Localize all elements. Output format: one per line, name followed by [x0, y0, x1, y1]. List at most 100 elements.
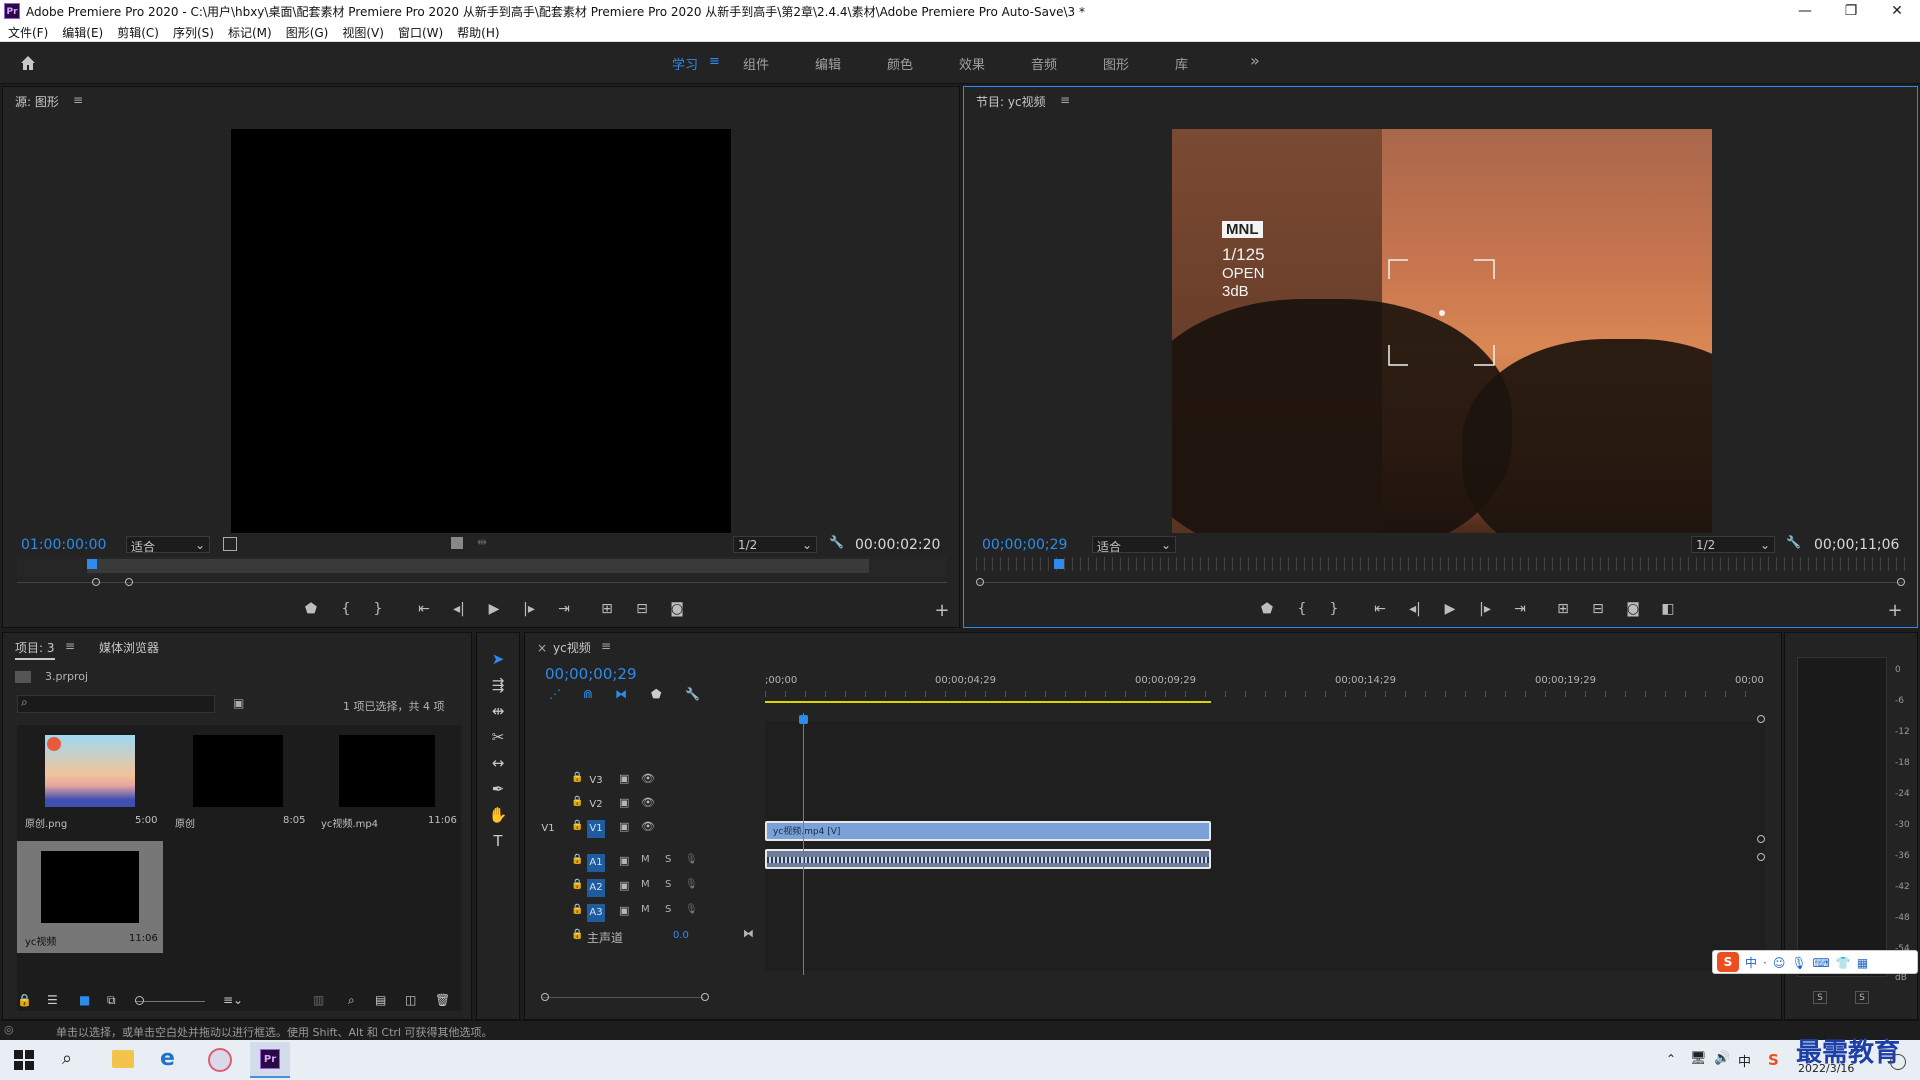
- mark-in-icon[interactable]: {: [335, 599, 357, 619]
- tray-chevron-icon[interactable]: ⌃: [1666, 1052, 1676, 1066]
- video-clip[interactable]: yc视频.mp4 [V]: [765, 821, 1211, 841]
- source-fit-dropdown[interactable]: 适合 ⌄: [126, 536, 210, 554]
- workspace-audio[interactable]: 音频: [1031, 54, 1057, 73]
- program-timecode[interactable]: 00;00;00;29: [982, 537, 1067, 553]
- menu-sequence[interactable]: 序列(S): [165, 22, 220, 41]
- add-button-icon[interactable]: +: [931, 601, 953, 621]
- source-zoom-scrollbar[interactable]: [17, 582, 947, 583]
- eye-icon[interactable]: 👁: [641, 796, 655, 809]
- premiere-taskbar-button[interactable]: Pr: [250, 1042, 290, 1078]
- eye-icon[interactable]: 👁: [641, 820, 655, 833]
- snap-icon[interactable]: ⋒: [583, 687, 593, 701]
- search-icon[interactable]: ⌕: [62, 1048, 72, 1069]
- menu-clip[interactable]: 剪辑(C): [109, 22, 165, 41]
- sort-icons-icon[interactable]: ≡⌄: [223, 993, 243, 1007]
- sync-lock-icon[interactable]: ▣: [619, 796, 629, 809]
- eye-icon[interactable]: 👁: [641, 772, 655, 785]
- go-to-out-icon[interactable]: ⇥: [1509, 599, 1531, 619]
- timeline-ruler[interactable]: ;00;00 00;00;04;29 00;00;09;29 00;00;14;…: [765, 673, 1765, 705]
- program-fit-dropdown[interactable]: 适合 ⌄: [1092, 536, 1176, 554]
- new-bin-icon[interactable]: ▤: [375, 993, 386, 1007]
- track-a1[interactable]: A1: [587, 854, 605, 872]
- camera-icon[interactable]: ◙: [1622, 599, 1644, 619]
- workspace-effects[interactable]: 效果: [959, 54, 985, 73]
- workspace-menu-icon[interactable]: ≡: [709, 54, 720, 69]
- thumb-yc-video-mp4[interactable]: [339, 735, 435, 807]
- step-forward-icon[interactable]: |▸: [518, 599, 540, 619]
- add-button-icon[interactable]: +: [1884, 601, 1906, 621]
- razor-tool-icon[interactable]: ✂: [486, 725, 510, 749]
- lock-icon[interactable]: 🔒: [17, 993, 32, 1007]
- ime-toolbar[interactable]: S 中·☺🎙⌨👕▦: [1712, 950, 1918, 974]
- play-icon[interactable]: ▶: [1439, 599, 1461, 619]
- source-timecode[interactable]: 01:00:00:00: [21, 537, 106, 553]
- play-icon[interactable]: ▶: [483, 599, 505, 619]
- safe-margins-icon[interactable]: [223, 537, 237, 551]
- freeform-view-icon[interactable]: ⧉: [107, 993, 116, 1008]
- mark-in-icon[interactable]: {: [1291, 599, 1313, 619]
- program-playhead[interactable]: [1054, 559, 1064, 569]
- lock-icon[interactable]: 🔒: [571, 929, 583, 940]
- zoom-handle-right[interactable]: [125, 578, 133, 586]
- go-to-in-icon[interactable]: ⇤: [413, 599, 435, 619]
- type-tool-icon[interactable]: T: [486, 829, 510, 853]
- track-v1[interactable]: V1: [587, 820, 605, 838]
- add-marker-icon[interactable]: ⬟: [651, 687, 661, 701]
- lock-icon[interactable]: 🔒: [571, 904, 583, 915]
- program-resolution-dropdown[interactable]: 1/2 ⌄: [1691, 536, 1775, 553]
- wrench-icon[interactable]: 🔧: [1786, 535, 1801, 549]
- menu-file[interactable]: 文件(F): [0, 22, 54, 41]
- sync-lock-icon[interactable]: ▣: [619, 854, 629, 867]
- timeline-settings-icon[interactable]: 🔧: [685, 687, 700, 701]
- insert-icon[interactable]: ⊞: [596, 599, 618, 619]
- collapse-icon[interactable]: ⧓: [743, 927, 754, 940]
- solo-right-button[interactable]: S: [1855, 991, 1869, 1004]
- lock-icon[interactable]: 🔒: [571, 820, 583, 831]
- volume-icon[interactable]: 🔊: [1714, 1051, 1730, 1066]
- lift-icon[interactable]: ⊞: [1552, 599, 1574, 619]
- program-monitor-title[interactable]: 节目: yc视频: [976, 93, 1046, 110]
- workspace-editing[interactable]: 编辑: [815, 54, 841, 73]
- solo-button[interactable]: S: [665, 904, 671, 915]
- automate-to-sequence-icon[interactable]: ▥: [313, 993, 324, 1007]
- trash-icon[interactable]: 🗑: [435, 993, 450, 1007]
- ime-tray-icon[interactable]: 中: [1738, 1051, 1751, 1070]
- vertical-zoom-handle[interactable]: [1757, 853, 1765, 861]
- wrench-icon[interactable]: 🔧: [829, 535, 844, 549]
- slip-tool-icon[interactable]: ↔: [486, 751, 510, 775]
- menu-graphics[interactable]: 图形(G): [278, 22, 335, 41]
- menu-view[interactable]: 视图(V): [334, 22, 390, 41]
- home-icon[interactable]: [18, 53, 38, 73]
- camera-icon[interactable]: ◙: [666, 599, 688, 619]
- timeline-playhead-line[interactable]: [803, 713, 804, 975]
- vertical-zoom-handle[interactable]: [1757, 715, 1765, 723]
- zoom-slider-handle[interactable]: [135, 996, 144, 1005]
- horizontal-zoom-scrollbar[interactable]: [543, 997, 703, 998]
- step-back-icon[interactable]: ◂|: [1404, 599, 1426, 619]
- pen-tool-icon[interactable]: ✒: [486, 777, 510, 801]
- source-monitor-title[interactable]: 源: 图形: [15, 93, 59, 110]
- add-marker-icon[interactable]: ⬟: [300, 599, 322, 619]
- workspace-libraries[interactable]: 库: [1175, 54, 1188, 73]
- thumb-original[interactable]: [193, 735, 283, 807]
- workspace-color[interactable]: 颜色: [887, 54, 913, 73]
- edge-browser-icon[interactable]: e: [160, 1046, 175, 1071]
- source-patch-v1[interactable]: V1: [539, 820, 557, 838]
- solo-left-button[interactable]: S: [1813, 991, 1827, 1004]
- workspace-learning[interactable]: 学习: [672, 54, 698, 73]
- minimize-button[interactable]: —: [1782, 0, 1828, 22]
- lock-icon[interactable]: 🔒: [571, 796, 583, 807]
- ime-status-icons[interactable]: 中·☺🎙⌨👕▦: [1745, 954, 1874, 971]
- file-explorer-icon[interactable]: [112, 1050, 134, 1068]
- new-bin-from-search-icon[interactable]: ▣: [233, 696, 244, 710]
- sync-lock-icon[interactable]: ▣: [619, 772, 629, 785]
- menu-edit[interactable]: 编辑(E): [54, 22, 109, 41]
- zoom-handle-right[interactable]: [1897, 578, 1905, 586]
- app-icon[interactable]: [208, 1048, 232, 1072]
- track-a3[interactable]: A3: [587, 904, 605, 922]
- selection-tool-icon[interactable]: ➤: [486, 647, 510, 671]
- zoom-handle-left[interactable]: [541, 993, 549, 1001]
- close-sequence-icon[interactable]: ×: [537, 641, 547, 655]
- menu-window[interactable]: 窗口(W): [390, 22, 449, 41]
- mute-button[interactable]: M: [641, 854, 650, 865]
